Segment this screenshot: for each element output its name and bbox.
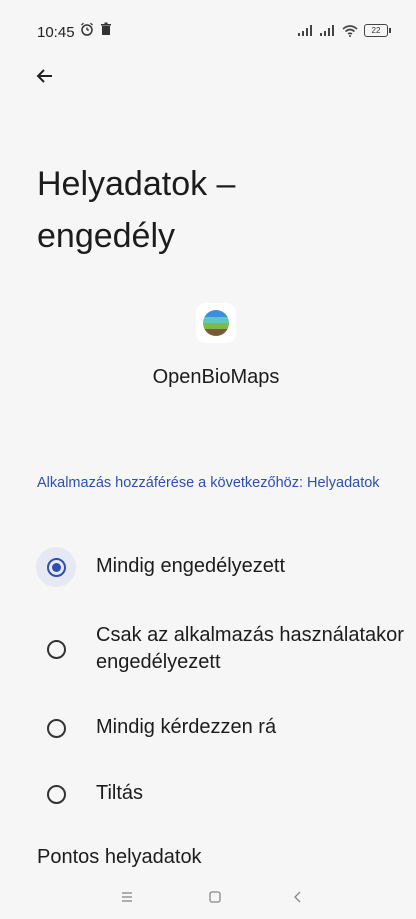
option-label: Tiltás [96,782,144,804]
radio-button[interactable] [36,708,76,748]
option-label: Csak az alkalmazás használatakor engedél… [96,624,404,673]
menu-icon[interactable] [120,890,134,904]
signal-icon [320,25,334,36]
radio-dot [51,562,61,572]
access-label: Alkalmazás hozzáférése a következőhöz: H… [37,475,380,491]
radio-unselected-icon [46,718,66,738]
option-always-ask[interactable]: Mindig kérdezzen rá [0,707,416,749]
status-bar: 10:45 22 [0,0,416,60]
option-label: Mindig engedélyezett [96,555,286,577]
precise-location-title: Pontos helyadatok [37,846,202,868]
status-right-icons: 22 [298,24,391,37]
home-icon[interactable] [208,890,222,904]
navigation-bar [0,878,416,919]
radio-unselected-icon [46,784,66,804]
option-always-allowed[interactable]: Mindig engedélyezett [0,546,416,588]
back-button[interactable] [30,60,62,92]
battery-level: 22 [371,26,381,35]
status-left-icons [80,22,112,36]
app-icon [196,303,236,343]
radio-unselected-icon [46,639,66,659]
back-arrow-icon [36,69,52,83]
radio-button[interactable] [36,629,76,669]
trash-icon [101,22,111,35]
option-label: Mindig kérdezzen rá [96,716,277,738]
back-icon[interactable] [291,890,305,904]
radio-button[interactable] [36,547,76,587]
page-title: Helyadatok – engedély [37,165,236,255]
radio-selected-icon [46,557,66,577]
signal-icon [298,25,312,36]
openbiomaps-logo-icon [203,310,229,336]
wifi-icon [342,24,358,37]
app-name: OpenBioMaps [152,366,280,388]
option-deny[interactable]: Tiltás [0,773,416,815]
battery-icon: 22 [364,24,391,37]
alarm-icon [81,22,93,36]
status-time: 10:45 [37,24,75,41]
radio-button[interactable] [36,774,76,814]
option-while-using[interactable]: Csak az alkalmazás használatakor engedél… [0,620,416,680]
